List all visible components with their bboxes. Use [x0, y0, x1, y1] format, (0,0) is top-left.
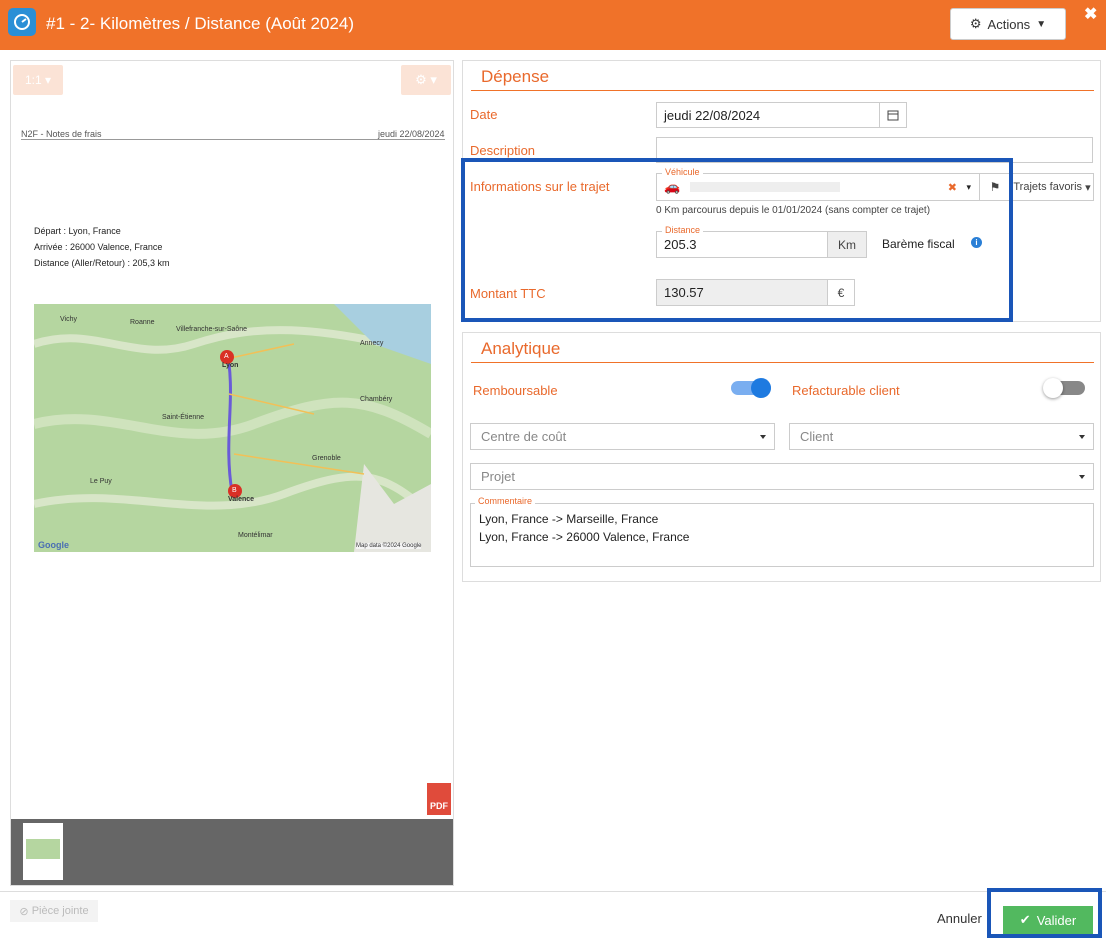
caret-down-icon: [1079, 434, 1085, 439]
doc-header-left: N2F - Notes de frais: [21, 129, 102, 139]
map-place: Montélimar: [238, 532, 273, 539]
highlight-box: [461, 158, 1013, 322]
map-place: Vichy: [60, 316, 77, 323]
google-logo: Google: [38, 540, 69, 550]
map-place: Valence: [228, 496, 255, 503]
remboursable-label: Remboursable: [473, 383, 558, 398]
map-credit: Map data ©2024 Google: [356, 543, 422, 549]
caret-down-icon: [760, 434, 766, 439]
marker-b: B: [232, 487, 237, 494]
route-map: A B Lyon Valence Roanne Vichy Villefranc…: [34, 304, 431, 552]
projet-select[interactable]: Projet: [470, 463, 1094, 490]
thumbnail-strip: [11, 819, 453, 885]
dashboard-icon: [8, 8, 36, 36]
map-place: Grenoble: [312, 455, 341, 462]
highlight-box: [987, 888, 1102, 938]
caret-down-icon: [1079, 474, 1085, 479]
footer-divider: [0, 891, 1106, 892]
paperclip-icon: ⊘: [19, 905, 29, 918]
modal-title: #1 - 2- Kilomètres / Distance (Août 2024…: [46, 14, 355, 33]
pdf-icon[interactable]: PDF: [427, 783, 451, 815]
doc-header-date: jeudi 22/08/2024: [378, 129, 445, 139]
commentaire-float-label: Commentaire: [475, 496, 536, 506]
close-icon[interactable]: ✖: [1084, 4, 1097, 24]
remboursable-toggle[interactable]: [731, 378, 771, 398]
caret-down-icon: ▼: [1036, 18, 1047, 30]
marker-a: A: [224, 353, 229, 360]
toggle-knob: [1043, 378, 1063, 398]
date-field[interactable]: jeudi 22/08/2024: [656, 102, 880, 128]
calendar-icon[interactable]: [879, 102, 907, 128]
commentaire-textarea[interactable]: Lyon, France -> Marseille, France Lyon, …: [470, 503, 1094, 567]
zoom-button[interactable]: 1:1 ▾: [13, 65, 63, 95]
map-place: Annecy: [360, 340, 384, 347]
gear-icon: ⚙: [969, 16, 982, 31]
gear-icon: ⚙ ▾: [415, 72, 437, 87]
description-label: Description: [470, 143, 536, 158]
date-label: Date: [470, 107, 498, 122]
toggle-knob: [751, 378, 771, 398]
section-divider: [471, 362, 1094, 363]
map-place: Saint-Étienne: [162, 414, 205, 421]
section-divider: [471, 90, 1094, 91]
actions-button[interactable]: ⚙ Actions ▼: [950, 8, 1066, 40]
doc-distance: Distance (Aller/Retour) : 205,3 km: [34, 258, 170, 268]
doc-arrivee: Arrivée : 26000 Valence, France: [34, 242, 163, 252]
attach-button[interactable]: ⊘ Pièce jointe: [10, 900, 98, 922]
trajets-favoris-button[interactable]: Trajets favoris ▾: [1010, 173, 1094, 201]
doc-divider: [21, 139, 445, 140]
page-thumbnail[interactable]: [23, 823, 63, 880]
modal-header: #1 - 2- Kilomètres / Distance (Août 2024…: [0, 0, 1106, 50]
section-title: Analytique: [481, 339, 561, 358]
map-place: Le Puy: [90, 478, 112, 485]
map-place: Villefranche-sur-Saône: [176, 326, 248, 333]
refacturable-toggle[interactable]: [1043, 378, 1085, 398]
document-viewer: 1:1 ▾ ⚙ ▾ N2F - Notes de frais jeudi 22/…: [10, 60, 454, 886]
centre-de-cout-select[interactable]: Centre de coût: [470, 423, 775, 450]
analytique-section: Analytique Remboursable Refacturable cli…: [462, 332, 1101, 582]
refacturable-label: Refacturable client: [792, 383, 900, 398]
map-place: Roanne: [130, 319, 155, 326]
viewer-settings-button[interactable]: ⚙ ▾: [401, 65, 451, 95]
map-place: Lyon: [222, 362, 239, 369]
actions-label: Actions: [987, 16, 1031, 32]
section-title: Dépense: [481, 67, 550, 86]
client-select[interactable]: Client: [789, 423, 1094, 450]
map-place: Chambéry: [360, 396, 393, 403]
doc-depart: Départ : Lyon, France: [34, 226, 121, 236]
commentaire-line: Lyon, France -> 26000 Valence, France: [479, 530, 690, 544]
cancel-button[interactable]: Annuler: [937, 911, 982, 926]
commentaire-line: Lyon, France -> Marseille, France: [479, 512, 659, 526]
